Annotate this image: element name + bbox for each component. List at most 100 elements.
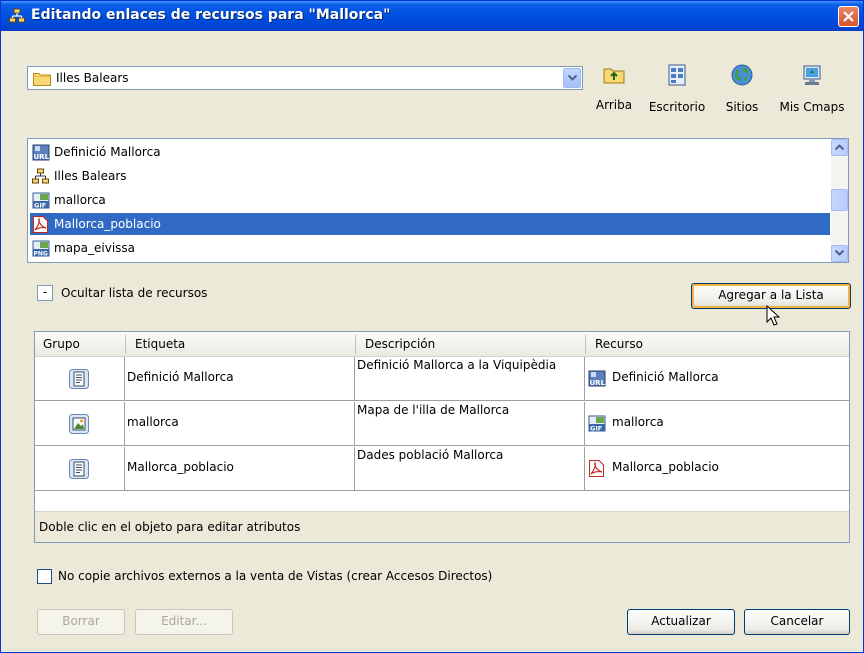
label-cell: Mallorca_poblacio <box>125 447 355 491</box>
collapse-label: Ocultar lista de recursos <box>61 286 208 300</box>
resource-label: mallorca <box>54 193 106 207</box>
chevron-down-icon <box>835 250 844 256</box>
header-separator <box>355 335 356 354</box>
description-cell: Mapa de l'illa de Mallorca <box>355 402 585 446</box>
chevron-down-icon <box>568 75 577 81</box>
table-header: Grupo Etiqueta Descripción Recurso <box>35 332 849 357</box>
svg-text:URL: URL <box>34 153 50 161</box>
table-row[interactable]: mallorca Mapa de l'illa de Mallorca GIF … <box>35 402 849 446</box>
svg-text:GIF: GIF <box>590 425 602 433</box>
resource-cell: Mallorca_poblacio <box>585 447 849 491</box>
list-item[interactable]: Illes Balears <box>30 165 830 187</box>
header-description[interactable]: Descripción <box>365 337 435 351</box>
svg-text:GIF: GIF <box>34 202 46 210</box>
header-group[interactable]: Grupo <box>43 337 80 351</box>
table-row[interactable]: Mallorca_poblacio Dades població Mallorc… <box>35 447 849 491</box>
up-label: Arriba <box>595 98 633 112</box>
row-description: Definició Mallorca a la Viquipèdia <box>357 358 557 372</box>
folder-value: Illes Balears <box>56 71 129 85</box>
cancel-button[interactable]: Cancelar <box>744 609 850 635</box>
header-separator <box>585 335 586 354</box>
update-button[interactable]: Actualizar <box>627 609 735 635</box>
document-group-icon <box>69 459 89 479</box>
my-cmaps-label: Mis Cmaps <box>779 100 845 114</box>
resource-cell: GIF mallorca <box>585 402 849 446</box>
up-button[interactable]: Arriba <box>589 64 639 112</box>
desktop-label: Escritorio <box>648 100 706 114</box>
scroll-up-button[interactable] <box>831 139 848 156</box>
label-cell: Definició Mallorca <box>125 357 355 401</box>
resource-cell: URL Definició Mallorca <box>585 357 849 401</box>
collapse-toggle[interactable]: - <box>37 285 53 301</box>
delete-button[interactable]: Borrar <box>37 609 125 635</box>
row-resource: mallorca <box>612 415 664 429</box>
row-resource: Definició Mallorca <box>612 370 719 384</box>
mouse-cursor-icon <box>766 305 781 326</box>
svg-text:PNG: PNG <box>34 251 48 258</box>
url-icon: URL <box>32 144 50 161</box>
image-group-icon <box>69 414 89 434</box>
group-cell <box>35 357 125 401</box>
resource-label: Mallorca_poblacio <box>54 217 161 231</box>
title-bar[interactable]: Editando enlaces de recursos para "Mallo… <box>1 1 863 31</box>
desktop-button[interactable]: Escritorio <box>644 64 710 114</box>
status-text: Doble clic en el objeto para editar atri… <box>39 520 301 534</box>
dialog-window: Editando enlaces de recursos para "Mallo… <box>0 0 864 653</box>
description-cell: Dades població Mallorca <box>355 447 585 491</box>
globe-icon <box>731 64 753 86</box>
group-cell <box>35 402 125 446</box>
header-resource[interactable]: Recurso <box>595 337 643 351</box>
list-item[interactable]: GIF mallorca <box>30 189 830 211</box>
my-cmaps-button[interactable]: Mis Cmaps <box>772 64 852 114</box>
svg-text:URL: URL <box>590 379 606 387</box>
vertical-scrollbar[interactable] <box>831 139 848 262</box>
dropdown-button[interactable] <box>563 68 581 88</box>
png-icon: PNG <box>32 240 50 257</box>
resource-label: Illes Balears <box>54 169 127 183</box>
edit-button[interactable]: Editar... <box>135 609 233 635</box>
header-separator <box>125 335 126 354</box>
table-status-bar: Doble clic en el objeto para editar atri… <box>35 511 849 542</box>
row-label: mallorca <box>127 415 179 429</box>
url-icon: URL <box>588 370 606 387</box>
scroll-thumb[interactable] <box>831 189 848 211</box>
chevron-up-icon <box>835 144 844 150</box>
sites-button[interactable]: Sitios <box>717 64 767 114</box>
window-title: Editando enlaces de recursos para "Mallo… <box>31 7 391 23</box>
gif-icon: GIF <box>588 415 606 432</box>
sites-label: Sitios <box>725 100 759 114</box>
scroll-down-button[interactable] <box>831 245 848 262</box>
row-description: Dades població Mallorca <box>357 448 504 462</box>
gif-icon: GIF <box>32 192 50 209</box>
row-label: Definició Mallorca <box>127 370 234 384</box>
desktop-icon <box>668 64 686 86</box>
list-item-selected[interactable]: Mallorca_poblacio <box>30 213 830 235</box>
close-button[interactable] <box>838 6 859 27</box>
resource-list[interactable]: URL Definició Mallorca Illes Balears GIF… <box>27 138 849 263</box>
resource-label: mapa_eivissa <box>54 241 136 255</box>
pdf-icon <box>589 460 604 477</box>
document-group-icon <box>69 369 89 389</box>
no-copy-label: No copie archivos externos a la venta de… <box>58 569 493 583</box>
resource-table: Grupo Etiqueta Descripción Recurso Defin… <box>34 331 850 543</box>
no-copy-checkbox[interactable] <box>37 569 52 584</box>
list-item[interactable]: PNG mapa_eivissa <box>30 237 830 259</box>
label-cell: mallorca <box>125 402 355 446</box>
cmap-icon <box>32 168 49 184</box>
row-description: Mapa de l'illa de Mallorca <box>357 403 510 417</box>
list-item[interactable]: URL Definició Mallorca <box>30 141 830 163</box>
pdf-icon <box>33 216 48 233</box>
header-label[interactable]: Etiqueta <box>135 337 185 351</box>
folder-select[interactable]: Illes Balears <box>27 66 583 90</box>
up-folder-icon <box>603 68 625 84</box>
folder-icon <box>33 73 51 86</box>
description-cell: Definició Mallorca a la Viquipèdia <box>355 357 585 401</box>
cmap-icon <box>9 8 25 23</box>
my-cmaps-icon <box>803 65 821 85</box>
resource-label: Definició Mallorca <box>54 145 161 159</box>
table-row[interactable]: Definició Mallorca Definició Mallorca a … <box>35 357 849 401</box>
row-label: Mallorca_poblacio <box>127 460 234 474</box>
row-resource: Mallorca_poblacio <box>612 460 719 474</box>
group-cell <box>35 447 125 491</box>
close-icon <box>843 11 854 22</box>
